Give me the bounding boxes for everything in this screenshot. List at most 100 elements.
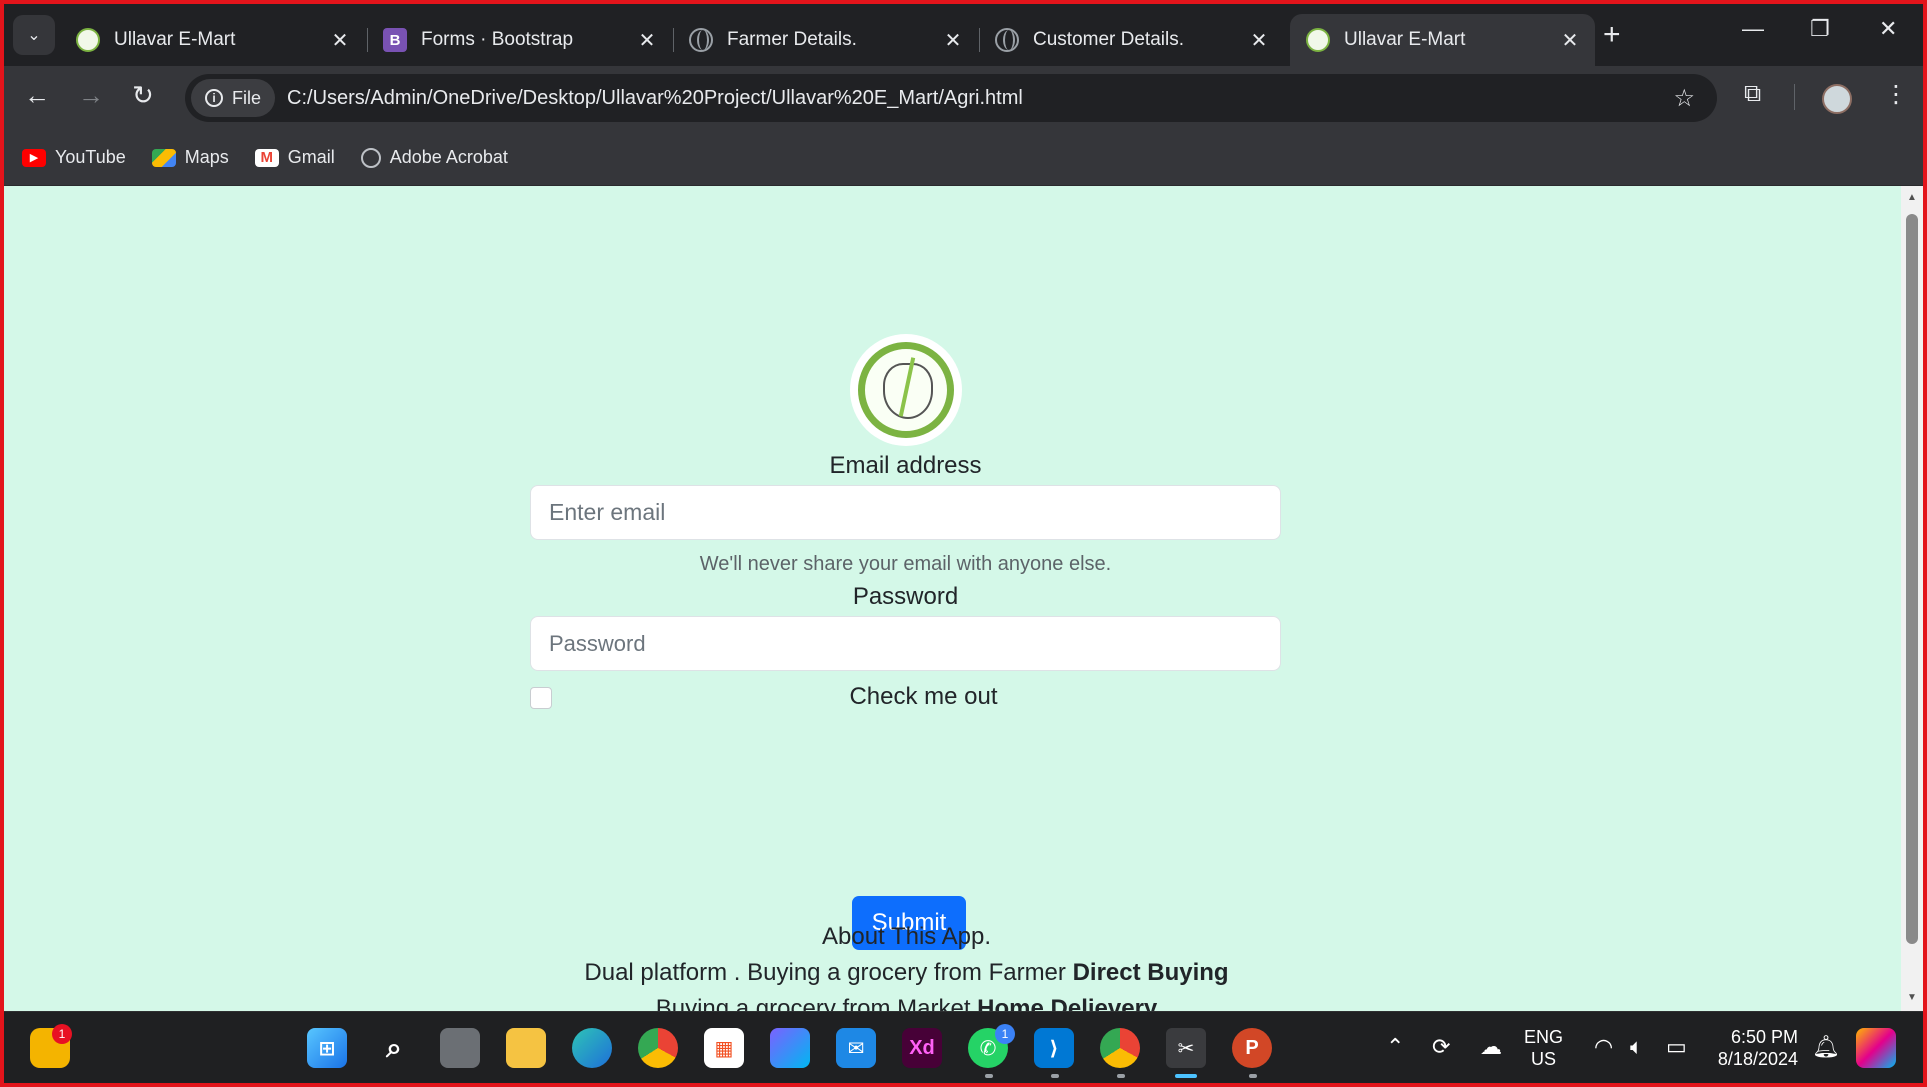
bookmark-label: Maps (184, 147, 229, 167)
ullavar-logo (850, 334, 962, 446)
edge-icon[interactable] (572, 1028, 612, 1068)
vscode-icon[interactable]: ⟩ (1034, 1028, 1074, 1068)
bookmark-gmail[interactable]: M Gmail (254, 147, 335, 168)
profile-avatar[interactable] (1822, 84, 1852, 114)
reload-icon[interactable]: ↻ (132, 80, 154, 111)
bookmark-star-icon[interactable]: ☆ (1673, 84, 1695, 113)
ullavar-logo-icon (76, 28, 100, 52)
email-field[interactable]: Enter email (530, 485, 1281, 540)
checkbox-label: Check me out (849, 683, 998, 710)
chrome-icon[interactable] (638, 1028, 678, 1068)
tab-title: Ullavar E-Mart (114, 29, 236, 50)
bookmark-youtube[interactable]: ▶ YouTube (22, 147, 126, 168)
snipping-tool-icon[interactable]: ✂ (1166, 1028, 1206, 1068)
password-field[interactable]: Password (530, 616, 1281, 671)
ms-store-icon[interactable]: ▦ (704, 1028, 744, 1068)
tray-chevron-up-icon[interactable]: ⌃ (1386, 1034, 1404, 1060)
page-viewport: Email address Enter email We'll never sh… (4, 186, 1901, 1011)
info-icon: i (205, 89, 223, 107)
widgets-badge: 1 (52, 1024, 72, 1044)
bootstrap-icon: B (383, 28, 407, 52)
site-chip-label: File (232, 87, 262, 108)
clock-time: 6:50 PM (1730, 1027, 1798, 1047)
file-explorer-icon[interactable] (506, 1028, 546, 1068)
mail-icon[interactable]: ✉ (836, 1028, 876, 1068)
bookmark-maps[interactable]: Maps (151, 147, 229, 168)
youtube-icon: ▶ (22, 148, 46, 167)
copilot-app-icon[interactable] (770, 1028, 810, 1068)
close-icon[interactable]: ✕ (329, 28, 351, 53)
search-icon[interactable]: ⌕ (374, 1028, 414, 1068)
tab-ullavar-1[interactable]: Ullavar E-Mart ✕ (60, 14, 365, 66)
globe-icon (689, 28, 713, 52)
tab-farmer-details[interactable]: Farmer Details. ✕ (673, 14, 978, 66)
chevron-down-icon: ⌄ (27, 27, 41, 44)
back-icon[interactable]: ← (24, 80, 50, 111)
scroll-up-icon[interactable]: ▲ (1907, 192, 1917, 203)
onedrive-icon[interactable]: ☁ (1480, 1034, 1502, 1060)
email-placeholder: Enter email (549, 499, 666, 525)
windows-taskbar: 1 ⊞ ⌕ ▦ ✉ Xd ✆ 1 ⟩ ✂ P ⌃ ⟳ ☁ ENG US ◠ 🔈︎… (0, 1011, 1927, 1087)
scroll-thumb[interactable] (1906, 214, 1918, 944)
tab-customer-details[interactable]: Customer Details. ✕ (979, 14, 1284, 66)
bookmark-label: Gmail (287, 147, 335, 167)
minimize-icon[interactable]: — (1742, 16, 1764, 42)
address-bar[interactable]: i File C:/Users/Admin/OneDrive/Desktop/U… (185, 74, 1717, 122)
close-icon[interactable]: ✕ (1248, 28, 1270, 53)
menu-icon[interactable]: ⋮ (1884, 80, 1908, 109)
scroll-down-icon[interactable]: ▼ (1907, 992, 1917, 1003)
page-scrollbar[interactable]: ▲ ▼ (1901, 186, 1923, 1011)
language-indicator[interactable]: ENG US (1524, 1026, 1563, 1070)
running-indicator (1117, 1074, 1125, 1078)
logo-emblem-icon (858, 342, 954, 438)
ullavar-logo-icon (1306, 28, 1330, 52)
bookmark-label: Adobe Acrobat (389, 147, 508, 167)
task-view-icon[interactable] (440, 1028, 480, 1068)
chrome-profile-icon[interactable] (1100, 1028, 1140, 1068)
adobe-xd-icon[interactable]: Xd (902, 1028, 942, 1068)
maps-icon (151, 148, 176, 167)
notification-bell-icon[interactable]: 🔔︎ (1812, 1034, 1840, 1060)
about-line-1-text: Dual platform . Buying a grocery from Fa… (584, 959, 1073, 986)
toolbar-divider (1794, 84, 1795, 110)
forward-icon[interactable]: → (78, 80, 104, 111)
running-indicator (1249, 1074, 1257, 1078)
extensions-icon[interactable]: ⧉ (1744, 80, 1761, 108)
about-line-2-bold: Home Delievery (977, 995, 1158, 1011)
windows-start-icon[interactable]: ⊞ (307, 1028, 347, 1068)
tab-title: Customer Details. (1033, 29, 1184, 50)
volume-icon[interactable]: 🔈︎ (1630, 1034, 1643, 1060)
about-line-1: Dual platform . Buying a grocery from Fa… (4, 955, 1809, 991)
active-indicator (1175, 1074, 1197, 1078)
powerpoint-icon[interactable]: P (1232, 1028, 1272, 1068)
about-line-2: Buying a grocery from Market Home Deliev… (4, 991, 1809, 1011)
clock[interactable]: 6:50 PM 8/18/2024 (1712, 1026, 1798, 1070)
site-info-chip[interactable]: i File (191, 79, 276, 117)
running-indicator (985, 1074, 993, 1078)
battery-icon[interactable]: ▭ (1666, 1034, 1687, 1060)
check-row: Check me out (530, 679, 1281, 719)
about-line-1-bold: Direct Buying (1072, 959, 1229, 986)
email-label: Email address (829, 452, 982, 479)
browser-toolbar: ← → ↻ i File C:/Users/Admin/OneDrive/Des… (0, 66, 1927, 130)
tab-ullavar-active[interactable]: Ullavar E-Mart ✕ (1290, 14, 1595, 66)
bookmark-adobe-acrobat[interactable]: Adobe Acrobat (360, 147, 508, 168)
about-line-2-text: Buying a grocery from Market (655, 995, 978, 1011)
close-icon[interactable]: ✕ (942, 28, 964, 53)
wifi-icon[interactable]: ◠ (1594, 1034, 1613, 1060)
window-close-icon[interactable]: ✕ (1879, 16, 1897, 42)
copilot-icon[interactable] (1856, 1028, 1896, 1068)
restore-icon[interactable]: ❐ (1810, 16, 1830, 42)
tab-search-button[interactable]: ⌄ (13, 15, 55, 55)
close-icon[interactable]: ✕ (636, 28, 658, 53)
tab-title: Forms · Bootstrap (421, 29, 574, 50)
close-icon[interactable]: ✕ (1559, 28, 1581, 53)
sync-icon[interactable]: ⟳ (1432, 1034, 1450, 1060)
tab-title: Farmer Details. (727, 29, 857, 50)
tab-title: Ullavar E-Mart (1344, 29, 1466, 50)
tab-forms-bootstrap[interactable]: B Forms · Bootstrap ✕ (367, 14, 672, 66)
url-text[interactable]: C:/Users/Admin/OneDrive/Desktop/Ullavar%… (287, 87, 1023, 110)
running-indicator (1051, 1074, 1059, 1078)
gmail-icon: M (254, 148, 279, 167)
new-tab-button[interactable]: + (1603, 18, 1621, 52)
